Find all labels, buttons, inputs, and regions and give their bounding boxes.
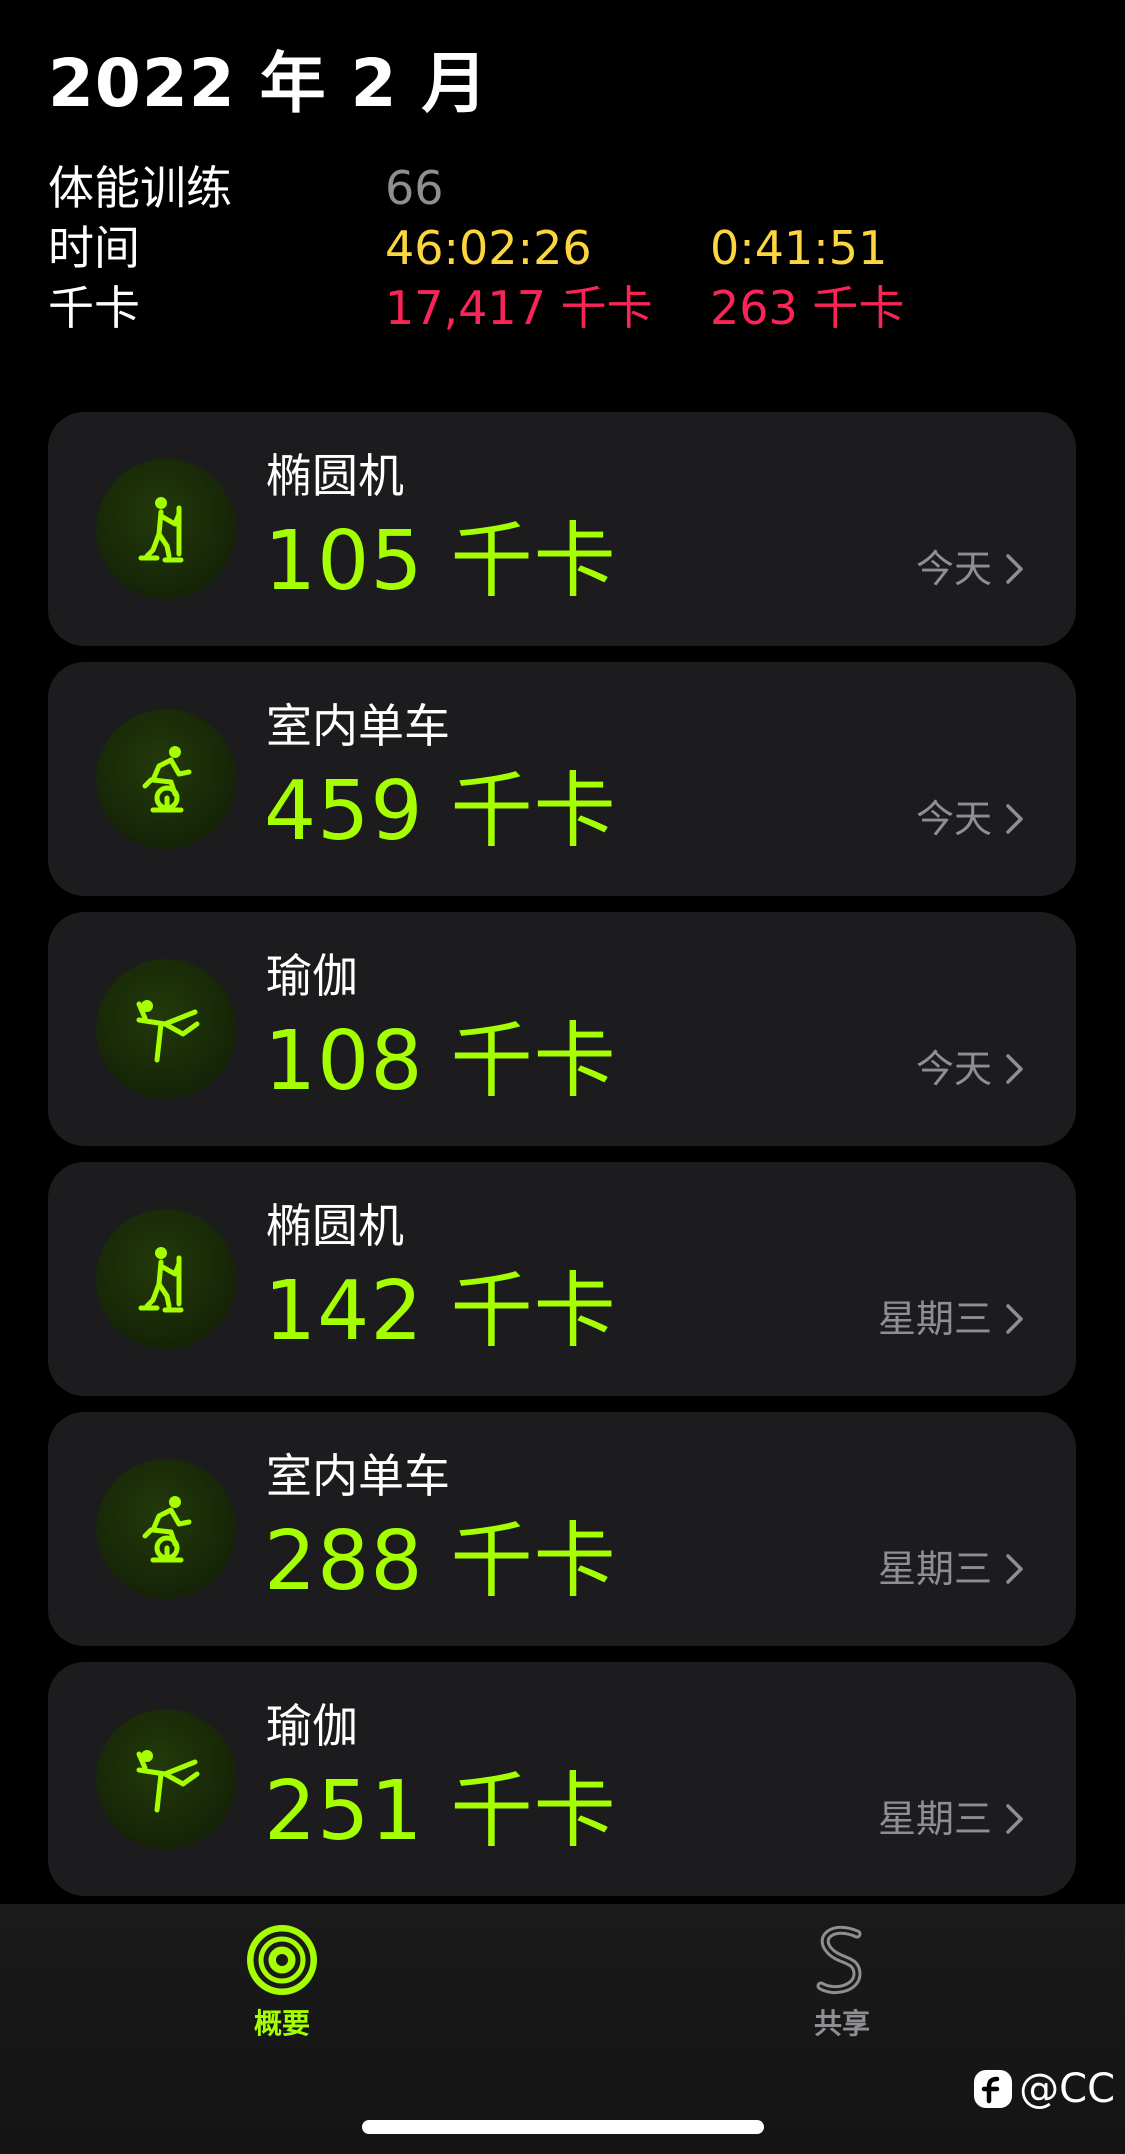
fun-logo-icon: [974, 2070, 1013, 2108]
yoga-icon: [96, 959, 236, 1099]
tab-summary-label: 概要: [253, 2007, 310, 2040]
workout-list: 椭圆机 105 千卡 今天 室内单车 459 千卡 今天 瑜伽 108 千卡 今…: [48, 412, 1076, 1912]
chevron-right-icon: [1006, 1304, 1023, 1334]
workout-calories: 142 千卡: [264, 1264, 617, 1359]
watermark-text: @CC: [1019, 2066, 1115, 2112]
workout-date: 今天: [916, 544, 1026, 594]
workout-calories: 251 千卡: [264, 1764, 617, 1859]
chevron-right-icon: [1006, 554, 1023, 584]
page-title: 2022 年 2 月: [48, 45, 489, 122]
calories-label: 千卡: [48, 281, 140, 335]
workout-calories: 459 千卡: [264, 764, 617, 859]
workout-card[interactable]: 瑜伽 108 千卡 今天: [48, 912, 1076, 1146]
calories-total: 17,417 千卡: [385, 281, 653, 335]
workouts-label: 体能训练: [48, 161, 232, 215]
workout-card[interactable]: 椭圆机 142 千卡 星期三: [48, 1162, 1076, 1396]
workout-name: 瑜伽: [266, 1699, 358, 1753]
activity-rings-icon: [247, 1925, 317, 1995]
workout-card[interactable]: 室内单车 288 千卡 星期三: [48, 1412, 1076, 1646]
chevron-right-icon: [1006, 804, 1023, 834]
time-label: 时间: [48, 221, 140, 275]
workout-date: 今天: [916, 794, 1026, 844]
workout-date: 星期三: [878, 1544, 1026, 1594]
workout-card[interactable]: 瑜伽 251 千卡 星期三: [48, 1662, 1076, 1896]
workout-name: 椭圆机: [266, 449, 404, 503]
home-indicator[interactable]: [362, 2120, 764, 2134]
summary-row-workouts: 体能训练 66: [48, 158, 1048, 218]
indoor-cycle-icon: [96, 709, 236, 849]
yoga-icon: [96, 1709, 236, 1849]
workout-name: 室内单车: [266, 1449, 450, 1503]
workout-card[interactable]: 室内单车 459 千卡 今天: [48, 662, 1076, 896]
workout-calories: 105 千卡: [264, 514, 617, 609]
chevron-right-icon: [1006, 1804, 1023, 1834]
monthly-summary: 体能训练 66 时间 46:02:26 0:41:51 千卡 17,417 千卡…: [48, 158, 1048, 338]
watermark: @CC: [973, 2066, 1115, 2112]
tab-sharing[interactable]: 共享: [742, 1922, 942, 2044]
workout-date: 星期三: [878, 1294, 1026, 1344]
tab-sharing-label: 共享: [813, 2007, 870, 2040]
sharing-icon: [816, 1925, 862, 1994]
workout-card[interactable]: 椭圆机 105 千卡 今天: [48, 412, 1076, 646]
summary-row-time: 时间 46:02:26 0:41:51: [48, 218, 1048, 278]
chevron-right-icon: [1006, 1054, 1023, 1084]
tab-summary[interactable]: 概要: [182, 1922, 382, 2044]
workout-calories: 288 千卡: [264, 1514, 617, 1609]
elliptical-icon: [96, 459, 236, 599]
indoor-cycle-icon: [96, 1459, 236, 1599]
elliptical-icon: [96, 1209, 236, 1349]
workout-date: 星期三: [878, 1794, 1026, 1844]
time-total: 46:02:26: [385, 221, 592, 275]
time-average: 0:41:51: [710, 221, 888, 275]
workout-date: 今天: [916, 1044, 1026, 1094]
chevron-right-icon: [1006, 1554, 1023, 1584]
workout-name: 椭圆机: [266, 1199, 404, 1253]
workout-name: 室内单车: [266, 699, 450, 753]
calories-average: 263 千卡: [710, 281, 905, 335]
tab-bar: 概要 共享: [0, 1904, 1125, 2154]
workout-calories: 108 千卡: [264, 1014, 617, 1109]
workout-name: 瑜伽: [266, 949, 358, 1003]
workouts-count: 66: [385, 161, 444, 215]
summary-row-calories: 千卡 17,417 千卡 263 千卡: [48, 278, 1048, 338]
